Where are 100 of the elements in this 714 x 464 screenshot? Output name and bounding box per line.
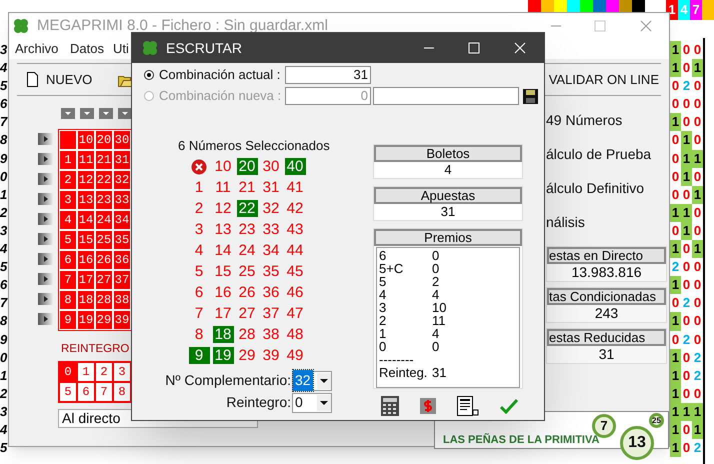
- number-option[interactable]: 49: [284, 347, 306, 364]
- number-cell[interactable]: [59, 130, 77, 150]
- number-option[interactable]: 41: [284, 179, 306, 196]
- number-option[interactable]: 10: [212, 158, 234, 175]
- number-cell[interactable]: 36: [113, 250, 131, 270]
- number-cell[interactable]: 14: [77, 210, 95, 230]
- number-option[interactable]: 7: [188, 305, 210, 322]
- number-option[interactable]: 43: [284, 221, 306, 238]
- number-option[interactable]: 2: [188, 200, 210, 217]
- number-cell[interactable]: 11: [77, 150, 95, 170]
- number-cell[interactable]: 1: [59, 150, 77, 170]
- combo-box[interactable]: 32: [292, 370, 332, 390]
- number-cell[interactable]: 29: [95, 310, 113, 330]
- number-cell[interactable]: 23: [95, 190, 113, 210]
- number-option[interactable]: 8: [188, 326, 210, 343]
- number-option[interactable]: 19: [212, 347, 234, 364]
- number-option[interactable]: 35: [260, 263, 282, 280]
- combination-field[interactable]: 31: [285, 66, 371, 84]
- number-cell[interactable]: 6: [59, 250, 77, 270]
- number-option[interactable]: 6: [188, 284, 210, 301]
- number-cell[interactable]: 18: [77, 290, 95, 310]
- number-option[interactable]: 26: [236, 284, 258, 301]
- number-cell[interactable]: 12: [77, 170, 95, 190]
- validate-button[interactable]: VALIDAR ON LINE: [548, 70, 659, 90]
- number-cell[interactable]: 3: [59, 190, 77, 210]
- reintegro-cell[interactable]: 0: [59, 362, 77, 382]
- number-cell[interactable]: 19: [77, 310, 95, 330]
- number-option[interactable]: 33: [260, 221, 282, 238]
- number-option[interactable]: 30: [260, 158, 282, 175]
- number-cell[interactable]: 20: [95, 130, 113, 150]
- number-option[interactable]: 11: [212, 179, 234, 196]
- action-link[interactable]: 49 Números: [546, 110, 666, 144]
- number-option[interactable]: 45: [284, 263, 306, 280]
- number-option[interactable]: 5: [188, 263, 210, 280]
- number-cell[interactable]: 16: [77, 250, 95, 270]
- action-link[interactable]: nálisis: [546, 212, 666, 246]
- number-cell[interactable]: 34: [113, 210, 131, 230]
- number-option[interactable]: 13: [212, 221, 234, 238]
- number-cell[interactable]: 38: [113, 290, 131, 310]
- number-option[interactable]: 4: [188, 242, 210, 259]
- combo-box[interactable]: 0: [292, 392, 332, 412]
- reintegro-cell[interactable]: 2: [95, 362, 113, 382]
- number-cell[interactable]: 30: [113, 130, 131, 150]
- reintegro-cell[interactable]: 8: [113, 382, 131, 402]
- number-option[interactable]: 9: [188, 347, 210, 364]
- number-cell[interactable]: 22: [95, 170, 113, 190]
- number-option[interactable]: 42: [284, 200, 306, 217]
- number-option[interactable]: 17: [212, 305, 234, 322]
- number-option[interactable]: 12: [212, 200, 234, 217]
- number-option[interactable]: 3: [188, 221, 210, 238]
- number-option[interactable]: 29: [236, 347, 258, 364]
- menu-item[interactable]: Uti: [113, 41, 129, 56]
- number-cell[interactable]: 35: [113, 230, 131, 250]
- new-button[interactable]: NUEVO: [17, 70, 92, 90]
- number-option[interactable]: 36: [260, 284, 282, 301]
- number-option[interactable]: 23: [236, 221, 258, 238]
- number-cell[interactable]: 28: [95, 290, 113, 310]
- number-cell[interactable]: 37: [113, 270, 131, 290]
- number-cell[interactable]: 2: [59, 170, 77, 190]
- number-option[interactable]: 18: [212, 326, 234, 343]
- number-option[interactable]: 37: [260, 305, 282, 322]
- number-option[interactable]: 32: [260, 200, 282, 217]
- menu-item[interactable]: Datos: [70, 41, 104, 56]
- number-option[interactable]: 20: [236, 158, 258, 175]
- number-cell[interactable]: 15: [77, 230, 95, 250]
- number-cell[interactable]: 26: [95, 250, 113, 270]
- clear-icon[interactable]: [191, 158, 207, 174]
- number-cell[interactable]: 7: [59, 270, 77, 290]
- number-option[interactable]: 16: [212, 284, 234, 301]
- number-option[interactable]: 48: [284, 326, 306, 343]
- number-cell[interactable]: 24: [95, 210, 113, 230]
- number-option[interactable]: 46: [284, 284, 306, 301]
- number-option[interactable]: 34: [260, 242, 282, 259]
- number-cell[interactable]: 27: [95, 270, 113, 290]
- number-option[interactable]: 31: [260, 179, 282, 196]
- number-option[interactable]: 25: [236, 263, 258, 280]
- number-option[interactable]: 15: [212, 263, 234, 280]
- reintegro-cell[interactable]: 5: [59, 382, 77, 402]
- number-option[interactable]: 21: [236, 179, 258, 196]
- reintegro-cell[interactable]: 1: [77, 362, 95, 382]
- number-option[interactable]: 47: [284, 305, 306, 322]
- number-option[interactable]: 14: [212, 242, 234, 259]
- action-link[interactable]: álculo Definitivo: [546, 178, 666, 212]
- number-cell[interactable]: 13: [77, 190, 95, 210]
- number-option[interactable]: 28: [236, 326, 258, 343]
- number-cell[interactable]: 17: [77, 270, 95, 290]
- calculator-icon[interactable]: [381, 396, 399, 416]
- number-cell[interactable]: 32: [113, 170, 131, 190]
- number-cell[interactable]: 39: [113, 310, 131, 330]
- number-cell[interactable]: 4: [59, 210, 77, 230]
- radio-button[interactable]: Combinación actual :: [144, 65, 285, 85]
- number-option[interactable]: 44: [284, 242, 306, 259]
- number-option[interactable]: 27: [236, 305, 258, 322]
- number-cell[interactable]: 33: [113, 190, 131, 210]
- document-icon[interactable]: [457, 396, 479, 416]
- number-cell[interactable]: 21: [95, 150, 113, 170]
- checkmark-icon[interactable]: [500, 398, 518, 414]
- number-cell[interactable]: 9: [59, 310, 77, 330]
- number-option[interactable]: 24: [236, 242, 258, 259]
- reintegro-cell[interactable]: 6: [77, 382, 95, 402]
